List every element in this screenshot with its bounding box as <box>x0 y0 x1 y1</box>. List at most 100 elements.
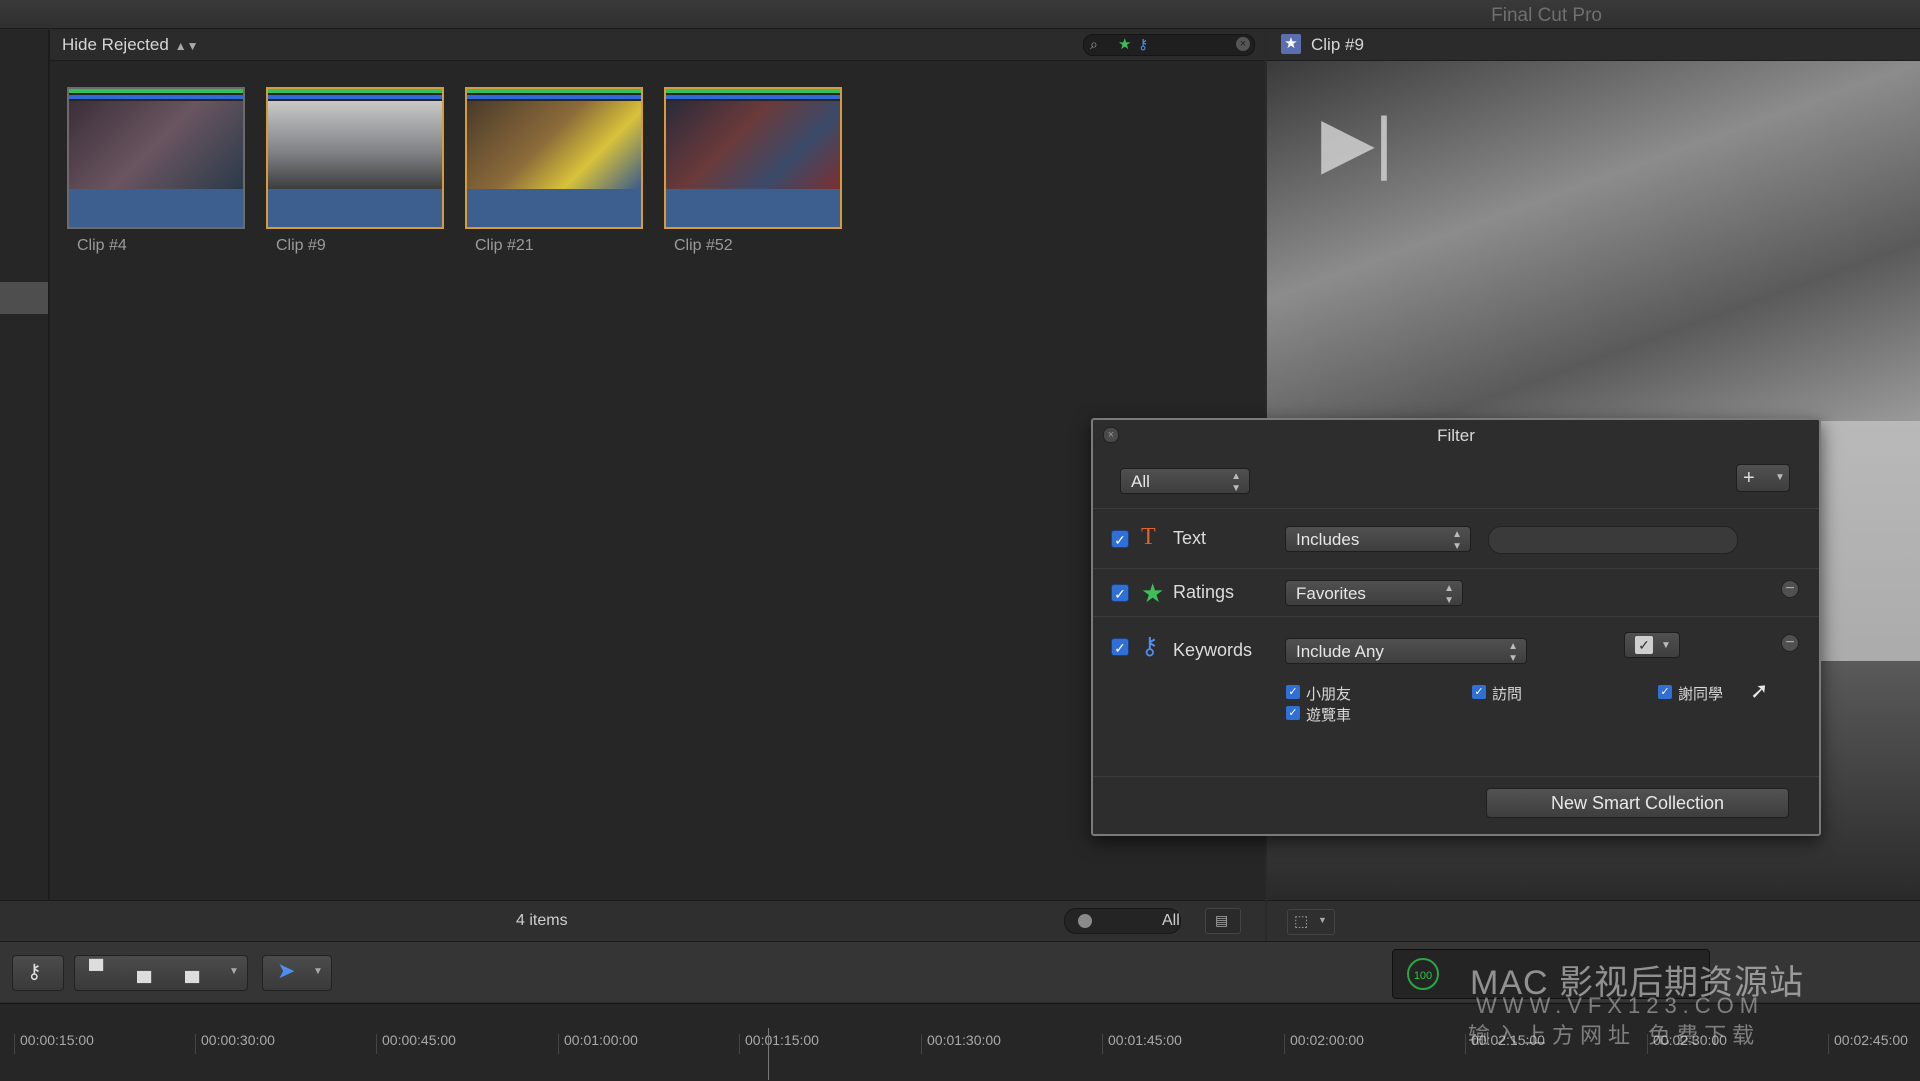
tools-menu-button[interactable]: ➤ ▼ <box>262 955 332 991</box>
keyword-editor-button[interactable]: ⚷ <box>12 955 64 991</box>
keywords-checkall-popup[interactable]: ✓ ▼ <box>1624 632 1680 658</box>
app-title: Final Cut Pro <box>1491 5 1602 26</box>
ruler-tick <box>195 1034 196 1054</box>
ruler-tick-label: 00:00:15:00 <box>20 1032 94 1048</box>
keyword-checkbox[interactable]: ✓ <box>1286 706 1300 720</box>
background-tasks-badge[interactable]: 100 <box>1407 958 1439 990</box>
clip-frame-image <box>268 101 442 189</box>
new-smart-collection-button[interactable]: New Smart Collection <box>1486 788 1789 818</box>
item-count: 4 items <box>516 912 568 929</box>
ratings-mode-value: Favorites <box>1296 584 1366 603</box>
keyword-checkbox[interactable]: ✓ <box>1658 685 1672 699</box>
watermark-subtitle: 输入上方网址 免费下载 <box>1468 1023 1761 1048</box>
chevron-down-icon[interactable]: ▼ <box>229 966 239 977</box>
playhead[interactable] <box>768 1028 769 1080</box>
text-search-field[interactable] <box>1488 526 1738 554</box>
search-field[interactable]: ⌕ ★ ⚷ × <box>1083 34 1255 56</box>
sidebar-selected-item[interactable] <box>0 282 48 314</box>
fit-frame-icon: ⬚ <box>1294 913 1309 930</box>
text-mode-value: Includes <box>1296 530 1360 549</box>
play-to-end-icon[interactable]: ▶| <box>1321 101 1393 183</box>
key-icon: ⚷ <box>1141 633 1159 660</box>
updown-arrows-icon: ▲▼ <box>1444 583 1454 606</box>
filmstrip-icon: ▤ <box>1215 912 1229 928</box>
text-mode-popup[interactable]: Includes ▲ ▼ <box>1285 526 1471 552</box>
mouse-cursor-icon: ➚ <box>1750 678 1769 703</box>
match-all-value: All <box>1131 472 1150 491</box>
clip-thumbnail[interactable]: Clip #9 <box>266 87 444 255</box>
ruler-tick <box>376 1034 377 1054</box>
clip-keyword-bars <box>69 89 243 101</box>
clip-filmstrip[interactable] <box>465 87 643 229</box>
updown-arrows-icon: ▲▼ <box>1231 471 1241 494</box>
keywords-rule-checkbox[interactable]: ✓ <box>1111 638 1129 656</box>
clip-filmstrip[interactable] <box>67 87 245 229</box>
chevron-down-icon: ▼ <box>1318 915 1327 925</box>
dialog-title: Filter <box>1437 426 1475 445</box>
ruler-tick-label: 00:00:30:00 <box>201 1032 275 1048</box>
duration-filter-label[interactable]: All <box>1162 912 1180 930</box>
divider <box>1093 568 1819 569</box>
connect-clip-icon[interactable]: ▀ <box>89 960 103 983</box>
insert-clip-icon[interactable]: ▄ <box>137 960 151 983</box>
viewer-display-options[interactable]: ⬚ ▼ <box>1287 909 1335 935</box>
chevron-down-icon: ▼ <box>1661 640 1671 651</box>
keywords-mode-popup[interactable]: Include Any ▲ ▼ <box>1285 638 1527 664</box>
clip-frame-image <box>467 101 641 189</box>
clip-thumbnail[interactable]: Clip #4 <box>67 87 245 255</box>
viewer-clip-title: Clip #9 <box>1311 35 1364 54</box>
clip-appearance-button[interactable]: ▤ <box>1205 908 1241 934</box>
clip-thumbnail[interactable]: Clip #52 <box>664 87 842 255</box>
keyword-checkbox[interactable]: ✓ <box>1286 685 1300 699</box>
ratings-rule-checkbox[interactable]: ✓ <box>1111 584 1129 602</box>
search-icon: ⌕ <box>1090 36 1098 52</box>
clip-filmstrip[interactable] <box>266 87 444 229</box>
clip-filter-menu[interactable]: Hide Rejected ▲▼ <box>62 35 199 55</box>
ruler-tick-label: 00:01:45:00 <box>1108 1032 1182 1048</box>
slider-knob[interactable] <box>1078 914 1092 928</box>
clip-filter-label: Hide Rejected <box>62 35 169 54</box>
updown-arrows-icon: ▲▼ <box>1452 529 1462 552</box>
ratings-mode-popup[interactable]: Favorites ▲ ▼ <box>1285 580 1463 606</box>
audio-waveform <box>467 189 641 227</box>
star-icon: ★ <box>1118 36 1132 53</box>
libraries-sidebar <box>0 30 50 900</box>
remove-ratings-rule-button[interactable]: − <box>1781 580 1799 598</box>
clip-keyword-bars <box>467 89 641 101</box>
window-title-bar: Final Cut Pro <box>0 0 1920 29</box>
ruler-tick <box>14 1034 15 1054</box>
keyword-label: 訪問 <box>1492 686 1523 703</box>
favorite-star-icon: ★ <box>1281 34 1301 54</box>
chevron-down-icon: ▼ <box>313 966 323 977</box>
keywords-rule-label: Keywords <box>1173 640 1253 660</box>
checkmark-icon: ✓ <box>1635 636 1653 654</box>
edit-buttons-group: ▀ ▄ ▄ ▼ <box>74 955 248 991</box>
ruler-tick <box>921 1034 922 1054</box>
updown-arrows-icon: ▲▼ <box>174 39 199 53</box>
browser-footer: 4 items All ▤ <box>0 900 1265 941</box>
divider <box>1093 616 1819 617</box>
filter-title-bar[interactable]: × Filter <box>1093 420 1819 450</box>
clip-filmstrip[interactable] <box>664 87 842 229</box>
text-rule-label: Text <box>1173 528 1207 548</box>
ratings-rule-label: Ratings <box>1173 582 1235 602</box>
ruler-tick <box>739 1034 740 1054</box>
clear-search-icon[interactable]: × <box>1236 37 1250 51</box>
append-clip-icon[interactable]: ▄ <box>185 960 199 983</box>
remove-keywords-rule-button[interactable]: − <box>1781 634 1799 652</box>
divider <box>1093 508 1819 509</box>
keyword-checkbox[interactable]: ✓ <box>1472 685 1486 699</box>
text-rule-checkbox[interactable]: ✓ <box>1111 530 1129 548</box>
text-T-icon: T <box>1141 524 1156 550</box>
viewer-footer: ⬚ ▼ <box>1267 900 1920 941</box>
clip-thumbnail[interactable]: Clip #21 <box>465 87 643 255</box>
clip-name: Clip #52 <box>674 237 733 254</box>
keyword-label: 謝同學 <box>1678 686 1724 703</box>
key-icon: ⚷ <box>1138 36 1149 52</box>
event-browser: Clip #4 Clip #9 Clip #21 Clip #52 <box>50 61 1265 900</box>
match-all-popup[interactable]: All ▲ ▼ <box>1120 468 1250 494</box>
add-rule-button[interactable]: + ▼ <box>1736 464 1790 492</box>
clip-keyword-bars <box>268 89 442 101</box>
ruler-tick-label: 00:01:30:00 <box>927 1032 1001 1048</box>
clip-frame-image <box>69 101 243 189</box>
